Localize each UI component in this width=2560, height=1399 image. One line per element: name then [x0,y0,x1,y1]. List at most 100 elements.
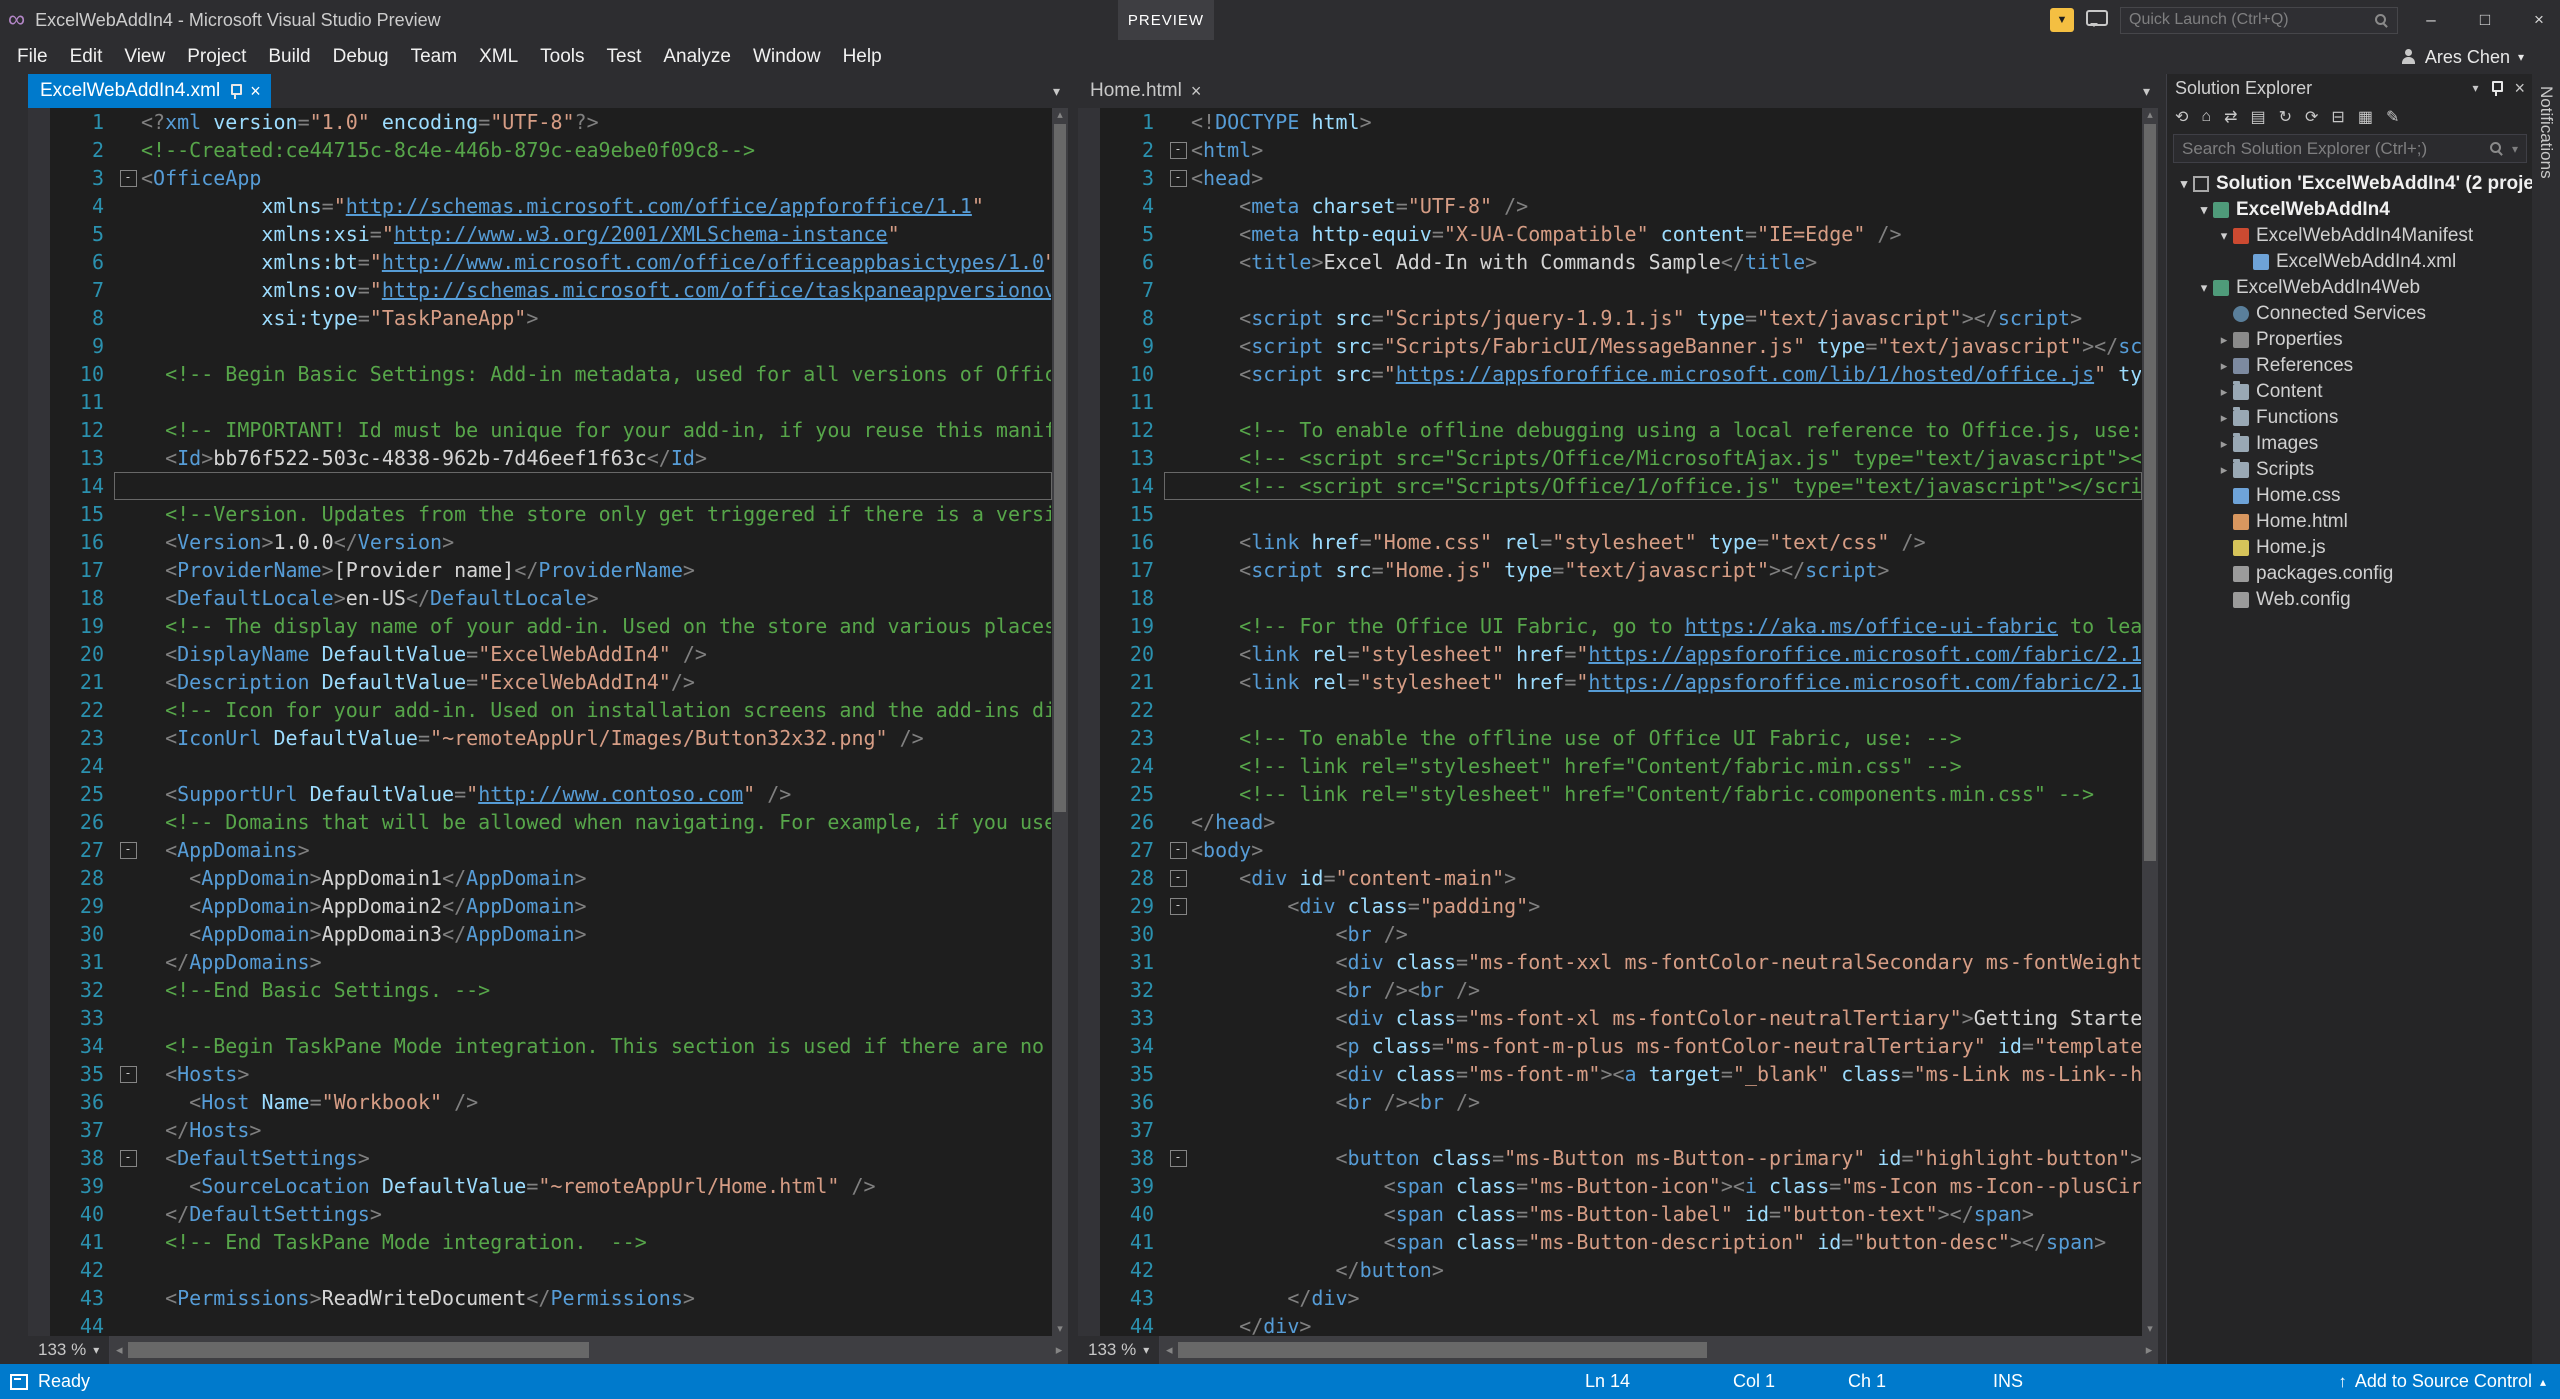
status-line[interactable]: Ln 14 [1585,1371,1630,1392]
menu-item-tools[interactable]: Tools [529,40,595,74]
switch-views-icon[interactable]: ⇄ [2224,107,2237,127]
code-line[interactable]: 27- <AppDomains> [50,836,1052,864]
tree-item-scripts[interactable]: ▸Scripts [2167,457,2533,483]
chevron-collapsed-icon[interactable]: ▸ [2215,410,2233,426]
refresh-icon[interactable]: ⟳ [2305,107,2318,127]
code-line[interactable]: 26 <!-- Domains that will be allowed whe… [50,808,1052,836]
code-line[interactable]: 6 xmlns:bt="http://www.microsoft.com/off… [50,248,1052,276]
code-line[interactable]: 22 <!-- Icon for your add-in. Used on in… [50,696,1052,724]
chevron-collapsed-icon[interactable]: ▸ [2215,384,2233,400]
quick-launch-input[interactable]: Quick Launch (Ctrl+Q) [2120,7,2398,34]
code-line[interactable]: 5 xmlns:xsi="http://www.w3.org/2001/XMLS… [50,220,1052,248]
sync-with-active-document-icon[interactable]: ↻ [2279,107,2292,127]
code-line[interactable]: 7 xmlns:ov="http://schemas.microsoft.com… [50,276,1052,304]
menu-item-file[interactable]: File [6,40,59,74]
code-line[interactable]: 25 <!-- link rel="stylesheet" href="Cont… [1100,780,2142,808]
code-line[interactable]: 32 <br /><br /> [1100,976,2142,1004]
scroll-right-icon[interactable]: ▸ [1050,1336,1068,1364]
code-line[interactable]: 43 <Permissions>ReadWriteDocument</Permi… [50,1284,1052,1312]
scroll-up-icon[interactable]: ▴ [2142,108,2158,122]
tree-item-home-js[interactable]: Home.js [2167,535,2533,561]
code-line[interactable]: 14 <!-- <script src="Scripts/Office/1/of… [1100,472,2142,500]
code-line[interactable]: 9 <script src="Scripts/FabricUI/MessageB… [1100,332,2142,360]
menu-item-project[interactable]: Project [176,40,257,74]
code-line[interactable]: 10 <script src="https://appsforoffice.mi… [1100,360,2142,388]
code-line[interactable]: 9 [50,332,1052,360]
scrollbar-thumb[interactable] [1054,124,1066,812]
code-line[interactable]: 4 <meta charset="UTF-8" /> [1100,192,2142,220]
code-editor-left[interactable]: 1<?xml version="1.0" encoding="UTF-8"?>2… [50,108,1052,1336]
code-line[interactable]: 14 [50,472,1052,500]
tree-item-connected-services[interactable]: Connected Services [2167,301,2533,327]
code-line[interactable]: 23 <!-- To enable the offline use of Off… [1100,724,2142,752]
code-line[interactable]: 29- <div class="padding"> [1100,892,2142,920]
code-line[interactable]: 36 <br /><br /> [1100,1088,2142,1116]
fold-collapse-icon[interactable]: - [120,842,137,859]
code-line[interactable]: 26</head> [1100,808,2142,836]
code-line[interactable]: 3-<head> [1100,164,2142,192]
panel-header[interactable]: Solution Explorer ▾ × [2167,74,2533,102]
fold-collapse-icon[interactable]: - [120,1150,137,1167]
fold-collapse-icon[interactable]: - [1170,842,1187,859]
code-line[interactable]: 40 </DefaultSettings> [50,1200,1052,1228]
code-line[interactable]: 23 <IconUrl DefaultValue="~remoteAppUrl/… [50,724,1052,752]
collapse-all-icon[interactable]: ⊟ [2331,107,2344,127]
menu-item-debug[interactable]: Debug [322,40,400,74]
code-line[interactable]: 2-<html> [1100,136,2142,164]
document-dropdown-icon[interactable]: ▾ [2135,83,2158,100]
notifications-strip[interactable]: Notifications [2532,74,2560,1364]
code-line[interactable]: 33 <div class="ms-font-xl ms-fontColor-n… [1100,1004,2142,1032]
code-line[interactable]: 32 <!--End Basic Settings. --> [50,976,1052,1004]
scroll-down-icon[interactable]: ▾ [2142,1322,2158,1336]
status-column[interactable]: Col 1 [1733,1371,1775,1392]
tree-item-solution-excelwebaddin4-2-projects[interactable]: ▾Solution 'ExcelWebAddIn4' (2 projects) [2167,171,2533,197]
vertical-scrollbar[interactable]: ▴ ▾ [2142,108,2158,1336]
code-line[interactable]: 15 <!--Version. Updates from the store o… [50,500,1052,528]
menu-item-window[interactable]: Window [742,40,832,74]
fold-collapse-icon[interactable]: - [1170,170,1187,187]
code-line[interactable]: 30 <br /> [1100,920,2142,948]
tab-home-html[interactable]: Home.html × [1078,74,1211,108]
code-line[interactable]: 8 xsi:type="TaskPaneApp"> [50,304,1052,332]
code-line[interactable]: 34 <!--Begin TaskPane Mode integration. … [50,1032,1052,1060]
status-character[interactable]: Ch 1 [1848,1371,1886,1392]
window-position-icon[interactable]: ▾ [2472,81,2478,95]
tree-item-excelwebaddin4[interactable]: ▾ExcelWebAddIn4 [2167,197,2533,223]
scroll-left-icon[interactable]: ◂ [1160,1336,1178,1364]
zoom-control[interactable]: 133 % ▾ [28,1336,110,1364]
code-line[interactable]: 17 <ProviderName>[Provider name]</Provid… [50,556,1052,584]
scrollbar-thumb[interactable] [128,1342,589,1358]
horizontal-scrollbar[interactable] [128,1336,1050,1364]
code-line[interactable]: 16 <link href="Home.css" rel="stylesheet… [1100,528,2142,556]
document-dropdown-icon[interactable]: ▾ [1045,83,1068,100]
tree-item-web-config[interactable]: Web.config [2167,587,2533,613]
code-line[interactable]: 13 <Id>bb76f522-503c-4838-962b-7d46eef1f… [50,444,1052,472]
code-line[interactable]: 19 <!-- For the Office UI Fabric, go to … [1100,612,2142,640]
code-line[interactable]: 21 <link rel="stylesheet" href="https://… [1100,668,2142,696]
tree-item-excelwebaddin4-xml[interactable]: ExcelWebAddIn4.xml [2167,249,2533,275]
chevron-collapsed-icon[interactable]: ▸ [2215,462,2233,478]
code-line[interactable]: 6 <title>Excel Add-In with Commands Samp… [1100,248,2142,276]
menu-item-test[interactable]: Test [596,40,653,74]
menu-item-team[interactable]: Team [400,40,468,74]
code-line[interactable]: 38- <button class="ms-Button ms-Button--… [1100,1144,2142,1172]
code-line[interactable]: 35- <Hosts> [50,1060,1052,1088]
code-line[interactable]: 38- <DefaultSettings> [50,1144,1052,1172]
tab-excelwebaddin4-xml[interactable]: ExcelWebAddIn4.xml × [28,74,271,108]
code-line[interactable]: 41 <span class="ms-Button-description" i… [1100,1228,2142,1256]
code-line[interactable]: 43 </div> [1100,1284,2142,1312]
scroll-up-icon[interactable]: ▴ [1052,108,1068,122]
back-icon[interactable]: ⟲ [2175,107,2188,127]
tree-item-packages-config[interactable]: packages.config [2167,561,2533,587]
send-a-smile-icon[interactable] [2086,10,2108,26]
code-line[interactable]: 36 <Host Name="Workbook" /> [50,1088,1052,1116]
code-editor-right[interactable]: 1<!DOCTYPE html>2-<html>3-<head>4 <meta … [1100,108,2142,1336]
fold-collapse-icon[interactable]: - [120,1066,137,1083]
code-line[interactable]: 2<!--Created:ce44715c-8c4e-446b-879c-ea9… [50,136,1052,164]
scrollbar-thumb[interactable] [1178,1342,1707,1358]
code-line[interactable]: 1<!DOCTYPE html> [1100,108,2142,136]
code-line[interactable]: 30 <AppDomain>AppDomain3</AppDomain> [50,920,1052,948]
menu-item-edit[interactable]: Edit [59,40,114,74]
code-line[interactable]: 39 <SourceLocation DefaultValue="~remote… [50,1172,1052,1200]
background-tasks-icon[interactable] [10,1374,28,1390]
